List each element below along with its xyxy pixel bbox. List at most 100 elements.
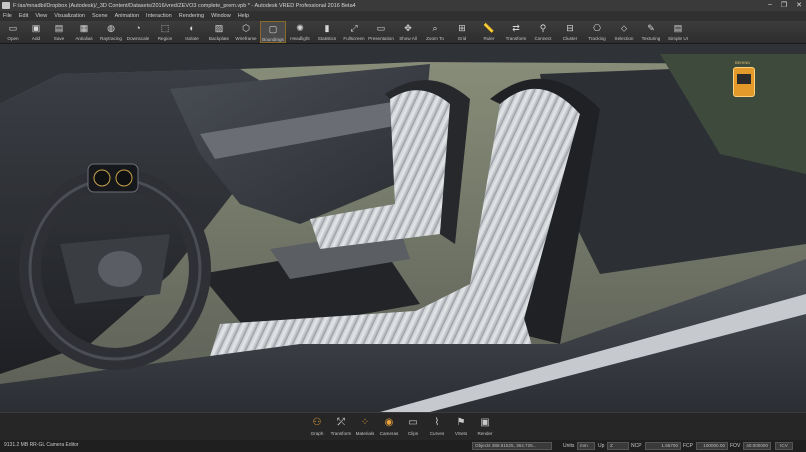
grid-icon: ⊞ <box>458 23 466 33</box>
toolbar-label: Antialias <box>75 36 93 41</box>
statistics-icon: ▮ <box>324 23 330 33</box>
toolbar-label: Wireframe <box>235 36 257 41</box>
dock-label: Graph <box>310 431 324 436</box>
dock-label: Clips <box>407 431 419 436</box>
toolbar-save-button[interactable]: ▤ Save <box>48 21 70 43</box>
dock-tools: ⚇ Graph ⤱ Transform ⁘ Materials ◉ Cameras ▭ Clips… <box>305 415 497 437</box>
dock-render-button[interactable]: ▣ Render <box>473 415 497 437</box>
menu-help[interactable]: Help <box>238 13 249 19</box>
maximize-icon[interactable]: ❐ <box>781 1 787 9</box>
toolbar-connect-button[interactable]: ⚲ Connect <box>530 21 556 43</box>
toolbar-tracking-button[interactable]: ⎔ Tracking <box>584 21 610 43</box>
toolbar-label: Raytracing <box>100 36 122 41</box>
toolbar-label: Grid <box>457 36 467 41</box>
dock-graph-button[interactable]: ⚇ Graph <box>305 415 329 437</box>
ncp-label: NCP <box>631 443 642 449</box>
toolbar-headlight-button[interactable]: ✺ Headlight <box>287 21 313 43</box>
toolbar-label: Tracking <box>588 36 606 41</box>
add-icon: ▣ <box>31 23 41 33</box>
coords-field[interactable]: Objects 388.81525, 364.726... <box>472 442 552 450</box>
curves-icon: ⌇ <box>434 416 440 428</box>
toolbar-antialias-button[interactable]: ▦ Antialias <box>71 21 97 43</box>
dock-label: VSets <box>454 431 468 436</box>
status-info: 9131.2 MB RR-GL Camera Editor <box>4 442 79 448</box>
backplate-icon: ▨ <box>214 23 224 33</box>
toolbar-wireframe-button[interactable]: ⬡ Wireframe <box>233 21 259 43</box>
icv-button[interactable]: ICV <box>775 442 793 450</box>
menu-view[interactable]: View <box>35 13 47 19</box>
vsets-icon: ⚑ <box>456 416 466 428</box>
toolbar-fullscreen-button[interactable]: ⤢ Fullscreen <box>341 21 367 43</box>
toolbar-label: Boundings <box>262 37 284 42</box>
toolbar-label: Backplate <box>208 36 230 41</box>
toolbar-label: Open <box>7 36 19 41</box>
toolbar-add-button[interactable]: ▣ Add <box>25 21 47 43</box>
toolbar-region-button[interactable]: ⬚ Region <box>152 21 178 43</box>
toolbar-raytracing-button[interactable]: ◍ Raytracing <box>98 21 124 43</box>
toolbar-selection-button[interactable]: ⬦ Selection <box>611 21 637 43</box>
dock-cameras-button[interactable]: ◉ Cameras <box>377 415 401 437</box>
selection-icon: ⬦ <box>620 23 628 33</box>
fcp-field[interactable]: 100000.00 <box>696 442 728 450</box>
units-label: Units <box>563 443 575 449</box>
dock-label: Render <box>477 431 493 436</box>
toolbar-zoom-to-button[interactable]: ⌕ Zoom To <box>422 21 448 43</box>
toolbar-label: Texturing <box>641 36 661 41</box>
menu-interaction[interactable]: Interaction <box>146 13 172 19</box>
dock-label: Transform <box>330 431 352 436</box>
region-icon: ⬚ <box>160 23 170 33</box>
render-viewport[interactable]: BEHIND <box>0 44 806 412</box>
toolbar-presentation-button[interactable]: ▭ Presentation <box>368 21 394 43</box>
dock-label: Curves <box>429 431 445 436</box>
toolbar-ruler-button[interactable]: 📏 Ruler <box>476 21 502 43</box>
simple-ui-icon: ▤ <box>673 23 683 33</box>
toolbar-show-all-button[interactable]: ✥ Show All <box>395 21 421 43</box>
menu-animation[interactable]: Animation <box>115 13 139 19</box>
toolbar-boundings-button[interactable]: ▢ Boundings <box>260 21 286 43</box>
status-bar: 9131.2 MB RR-GL Camera Editor Objects 38… <box>0 440 806 452</box>
antialias-icon: ▦ <box>79 23 89 33</box>
toolbar-isolate-button[interactable]: ◐ Isolate <box>179 21 205 43</box>
minimize-icon[interactable]: – <box>768 1 772 9</box>
toolbar-label: Show All <box>399 36 417 41</box>
editor-dock: ⚇ Graph ⤱ Transform ⁘ Materials ◉ Cameras ▭ Clips… <box>0 412 806 440</box>
units-dropdown[interactable]: mm <box>577 442 595 450</box>
toolbar-grid-button[interactable]: ⊞ Grid <box>449 21 475 43</box>
dock-vsets-button[interactable]: ⚑ VSets <box>449 415 473 437</box>
dock-materials-button[interactable]: ⁘ Materials <box>353 415 377 437</box>
dock-curves-button[interactable]: ⌇ Curves <box>425 415 449 437</box>
toolbar-texturing-button[interactable]: ✎ Texturing <box>638 21 664 43</box>
toolbar-cluster-button[interactable]: ⊟ Cluster <box>557 21 583 43</box>
close-icon[interactable]: ✕ <box>796 1 802 9</box>
folder-icon: ▭ <box>8 23 18 33</box>
show-all-icon: ✥ <box>404 23 412 33</box>
menu-edit[interactable]: Edit <box>19 13 28 19</box>
toolbar-simple-ui-button[interactable]: ▤ Simple UI <box>665 21 691 43</box>
toolbar-folder-button[interactable]: ▭ Open <box>2 21 24 43</box>
menu-file[interactable]: File <box>3 13 12 19</box>
texturing-icon: ✎ <box>647 23 655 33</box>
menu-visualization[interactable]: Visualization <box>54 13 85 19</box>
toolbar-backplate-button[interactable]: ▨ Backplate <box>206 21 232 43</box>
dock-transform-button[interactable]: ⤱ Transform <box>329 415 353 437</box>
ncp-field[interactable]: 1.65700 <box>645 442 681 450</box>
up-dropdown[interactable]: Z <box>607 442 629 450</box>
clips-icon: ▭ <box>408 416 418 428</box>
connect-icon: ⚲ <box>539 23 547 33</box>
toolbar-transform-button[interactable]: ⇄ Transform <box>503 21 529 43</box>
graph-icon: ⚇ <box>312 416 322 428</box>
viewcube-gizmo[interactable]: BEHIND <box>727 60 763 102</box>
viewcube-label: BEHIND <box>735 60 751 65</box>
headlight-icon: ✺ <box>296 23 304 33</box>
fov-label: FOV <box>730 443 741 449</box>
menu-scene[interactable]: Scene <box>92 13 108 19</box>
toolbar-statistics-button[interactable]: ▮ Statistics <box>314 21 340 43</box>
cameras-icon: ◉ <box>384 416 394 428</box>
toolbar-downscale-button[interactable]: ◔ Downscale <box>125 21 151 43</box>
dock-clips-button[interactable]: ▭ Clips <box>401 415 425 437</box>
toolbar-label: Save <box>53 36 65 41</box>
raytracing-icon: ◍ <box>107 23 115 33</box>
menu-window[interactable]: Window <box>211 13 231 19</box>
fov-field[interactable]: 40.000000 <box>743 442 771 450</box>
menu-rendering[interactable]: Rendering <box>179 13 204 19</box>
